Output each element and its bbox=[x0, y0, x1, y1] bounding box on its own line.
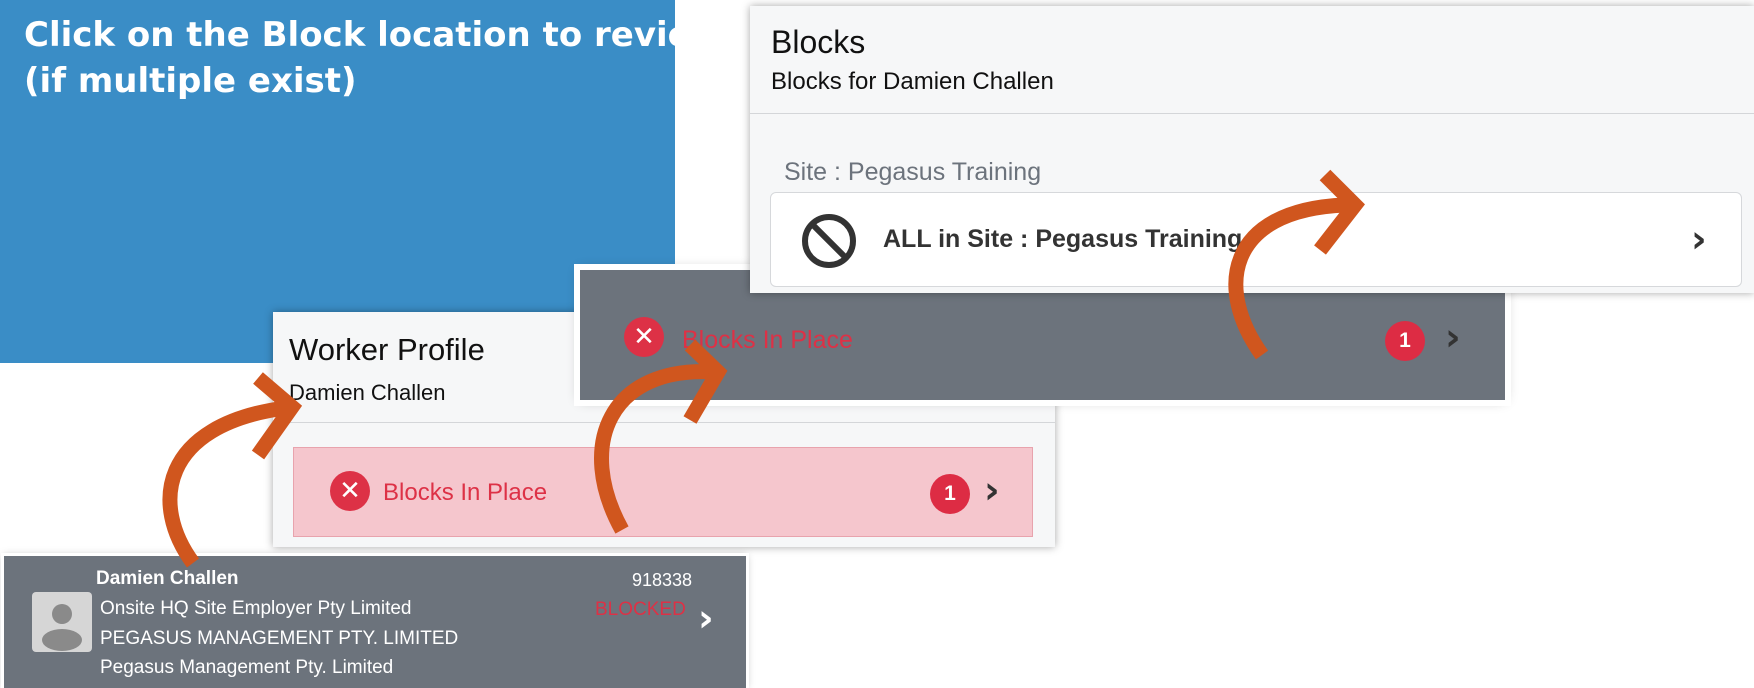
guide-arrow-2-head bbox=[683, 339, 728, 424]
guide-arrows bbox=[162, 169, 1365, 568]
